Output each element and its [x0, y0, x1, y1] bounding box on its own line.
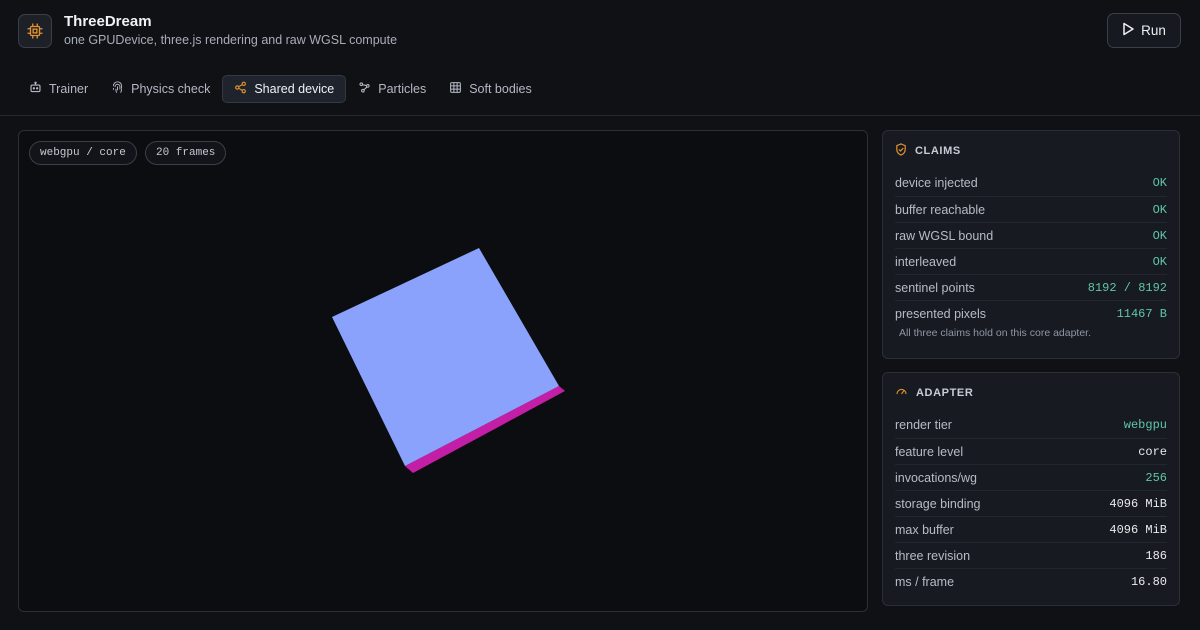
adapter-row: ms / frame 16.80 [895, 568, 1167, 594]
claim-row: interleaved OK [895, 248, 1167, 274]
claim-row: buffer reachable OK [895, 196, 1167, 222]
adapter-value: 256 [1145, 470, 1167, 485]
claim-value: 11467 B [1116, 306, 1167, 321]
claims-title: CLAIMS [915, 145, 961, 157]
claim-key: presented pixels [895, 306, 987, 321]
tab-divider [0, 115, 1200, 116]
robot-icon [29, 81, 42, 97]
adapter-value: webgpu [1123, 418, 1167, 432]
claim-value: OK [1152, 202, 1167, 217]
claim-key: raw WGSL bound [895, 228, 994, 243]
adapter-key: max buffer [895, 522, 954, 537]
grid-icon [449, 81, 462, 97]
claim-value: OK [1152, 176, 1167, 190]
tab-trainer[interactable]: Trainer [18, 75, 99, 103]
adapter-row: render tier webgpu [895, 412, 1167, 438]
run-label: Run [1141, 23, 1166, 38]
adapter-value: core [1138, 444, 1167, 459]
adapter-key: render tier [895, 418, 952, 432]
app-title: ThreeDream [64, 13, 152, 30]
play-icon [1122, 22, 1134, 39]
frame-count-chip: 20 frames [145, 141, 227, 165]
adapter-header: ADAPTER [895, 385, 973, 401]
tab-label: Trainer [49, 82, 89, 96]
claim-value: OK [1152, 228, 1167, 243]
claim-row: presented pixels 11467 B [895, 300, 1167, 326]
app-subtitle: one GPUDevice, three.js rendering and ra… [64, 33, 398, 47]
adapter-value: 4096 MiB [1109, 522, 1167, 537]
adapter-row: feature level core [895, 438, 1167, 464]
claim-row: device injected OK [895, 170, 1167, 196]
claim-row: raw WGSL bound OK [895, 222, 1167, 248]
adapter-row: three revision 186 [895, 542, 1167, 568]
share-nodes-icon [234, 81, 247, 97]
claim-key: device injected [895, 176, 978, 190]
cube-front-face [332, 248, 559, 466]
claim-value: OK [1152, 254, 1167, 269]
render-tier-chip: webgpu / core [29, 141, 137, 165]
adapter-row: invocations/wg 256 [895, 464, 1167, 490]
tab-soft-bodies[interactable]: Soft bodies [438, 75, 543, 103]
run-button[interactable]: Run [1107, 13, 1181, 48]
adapter-value: 186 [1145, 548, 1167, 563]
tab-label: Physics check [131, 82, 211, 96]
adapter-title: ADAPTER [916, 387, 974, 399]
adapter-key: ms / frame [895, 574, 955, 589]
claims-note: All three claims hold on this core adapt… [899, 327, 1092, 339]
adapter-value: 16.80 [1130, 574, 1167, 589]
claims-panel: CLAIMS device injected OK buffer reachab… [882, 130, 1180, 359]
adapter-value: 4096 MiB [1109, 496, 1167, 511]
gauge-icon [895, 385, 908, 401]
adapter-row: max buffer 4096 MiB [895, 516, 1167, 542]
waypoints-icon [358, 81, 371, 97]
claims-header: CLAIMS [895, 143, 961, 159]
adapter-row: storage binding 4096 MiB [895, 490, 1167, 516]
adapter-key: feature level [895, 444, 964, 459]
tab-bar: Trainer Physics check Shared device Part… [18, 75, 544, 103]
app-header: ThreeDream one GPUDevice, three.js rende… [0, 0, 1200, 66]
adapter-key: invocations/wg [895, 470, 977, 485]
claim-key: sentinel points [895, 280, 975, 295]
cpu-chip-icon [18, 14, 52, 48]
fingerprint-icon [111, 81, 124, 97]
tab-label: Soft bodies [469, 82, 532, 96]
tab-shared-device[interactable]: Shared device [222, 75, 347, 103]
tab-label: Particles [378, 82, 427, 96]
adapter-panel: ADAPTER render tier webgpu feature level… [882, 372, 1180, 606]
cube-render [332, 248, 565, 473]
adapter-key: storage binding [895, 496, 981, 511]
claim-row: sentinel points 8192 / 8192 [895, 274, 1167, 300]
claim-key: buffer reachable [895, 202, 986, 217]
render-viewport[interactable]: webgpu / core 20 frames [18, 130, 868, 612]
shield-check-icon [895, 143, 907, 159]
adapter-key: three revision [895, 548, 971, 563]
tab-physics-check[interactable]: Physics check [100, 75, 221, 103]
claim-key: interleaved [895, 254, 957, 269]
tab-label: Shared device [254, 82, 335, 96]
claim-value: 8192 / 8192 [1087, 280, 1167, 295]
tab-particles[interactable]: Particles [347, 75, 437, 103]
